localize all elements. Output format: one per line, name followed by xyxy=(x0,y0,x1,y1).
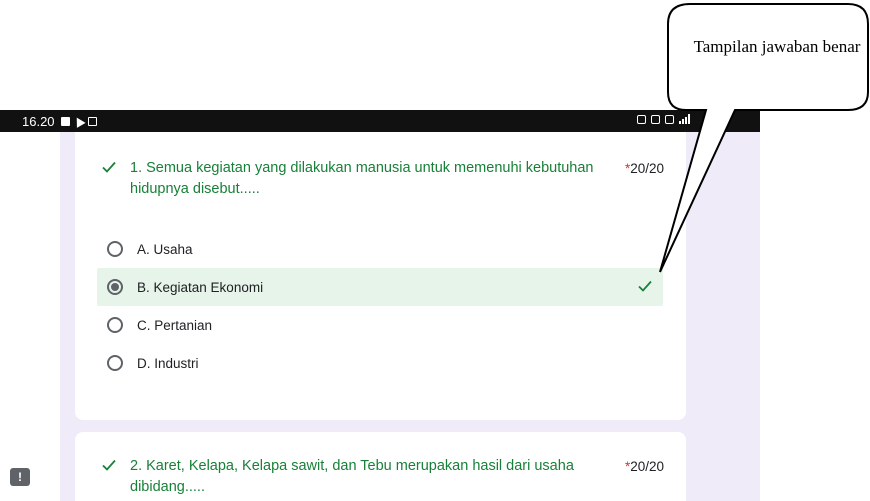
callout-bubble xyxy=(659,3,869,273)
callout-text: Tampilan jawaban benar xyxy=(693,37,861,56)
